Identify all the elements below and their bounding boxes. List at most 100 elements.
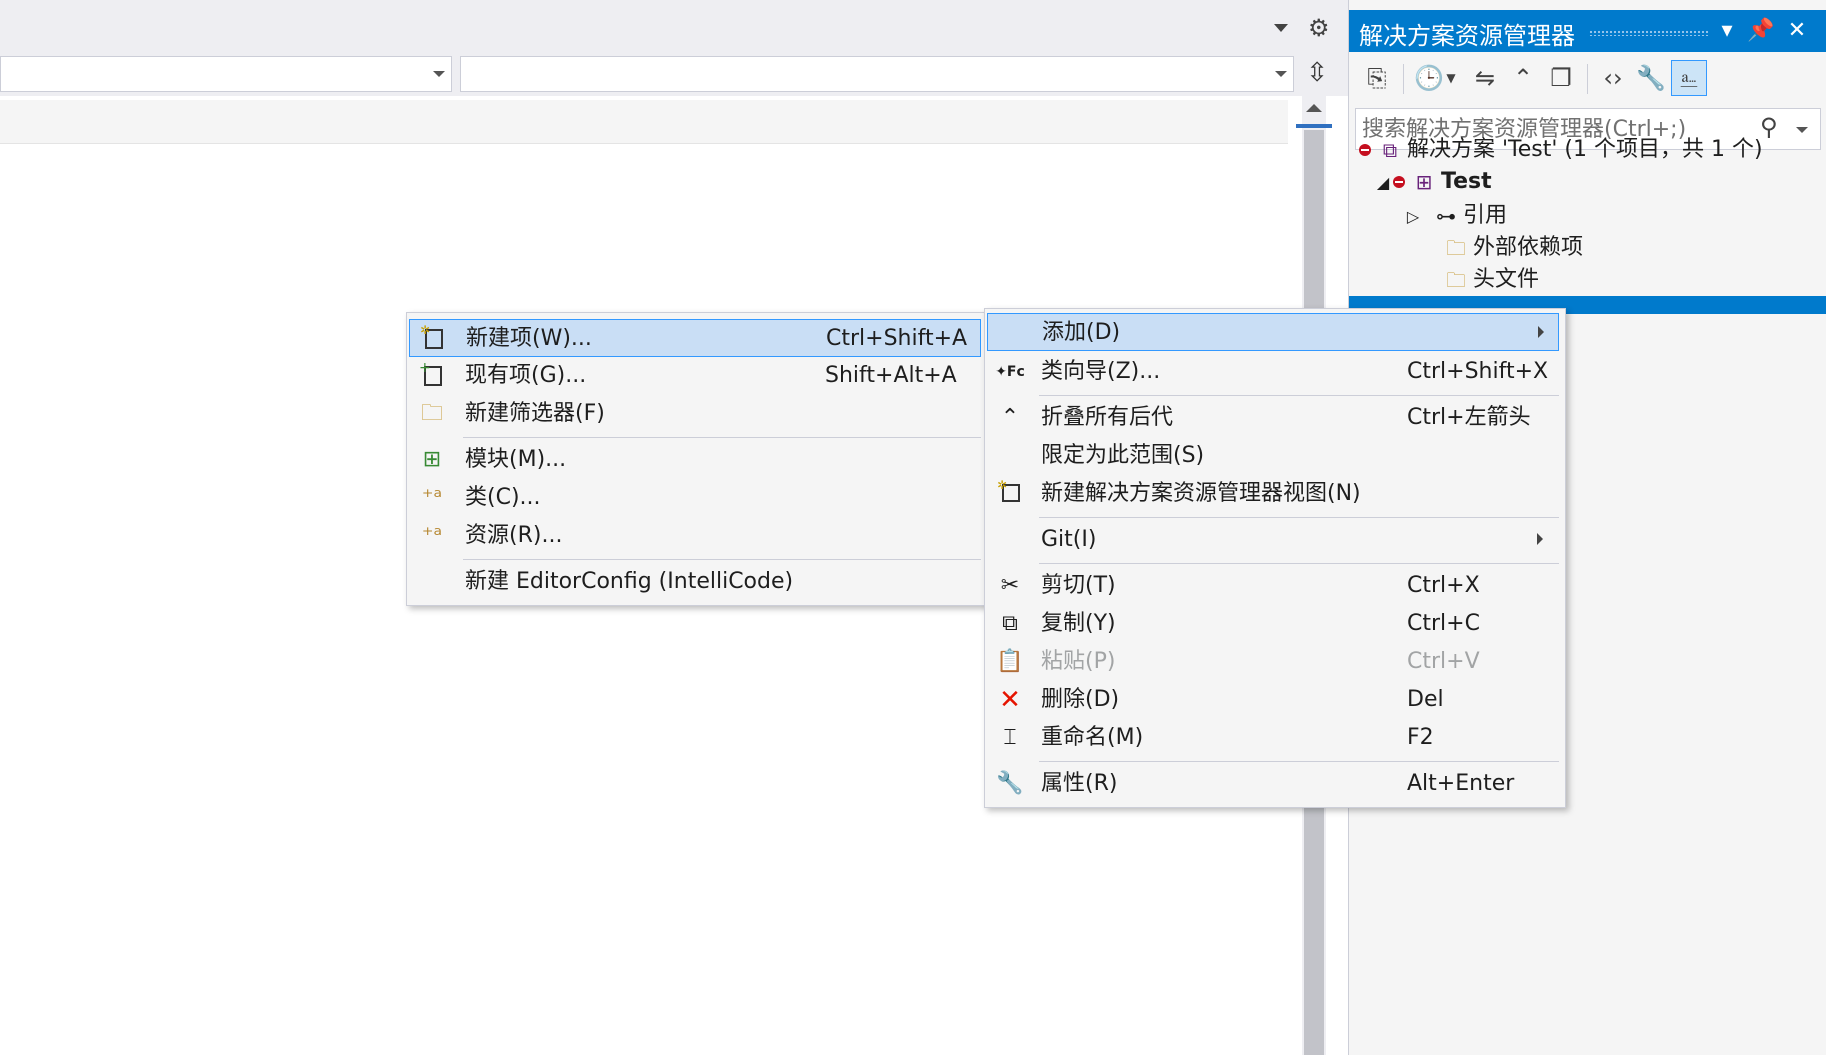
menu-item-new-filter[interactable]: 🗀 新建筛选器(F) (409, 395, 981, 433)
sync-with-document-icon[interactable]: ⇋ (1467, 60, 1503, 96)
chevron-down-icon[interactable] (1272, 22, 1290, 34)
panel-toolbar: ⎘ 🕒 ▼ ⇋ ⌃ ❐ ‹› 🔧 ⎁ (1349, 54, 1826, 104)
menu-item-module[interactable]: ⊞ 模块(M)... (409, 441, 981, 479)
scroll-up-arrow-icon[interactable] (1306, 104, 1322, 112)
menu-separator (1039, 761, 1559, 762)
menu-separator (463, 437, 981, 438)
close-icon[interactable]: ✕ (1783, 16, 1811, 46)
menu-separator (463, 559, 981, 560)
references-icon: ⊶ (1436, 204, 1456, 228)
scope-dropdown[interactable] (0, 56, 452, 92)
menu-item-properties[interactable]: 🔧 属性(R) Alt+Enter (987, 765, 1559, 803)
rename-icon: ⌶ (1003, 725, 1017, 750)
class-wizard-icon: ✦Fc (995, 364, 1025, 380)
collapse-all-icon[interactable]: ⌃ (1505, 60, 1541, 96)
panel-title: 解决方案资源管理器 (1359, 22, 1575, 50)
menu-item-delete[interactable]: ✕ 删除(D) Del (987, 681, 1559, 719)
menu-item-label: 资源(R)... (465, 523, 563, 548)
menu-item-shortcut: Ctrl+左箭头 (1407, 405, 1531, 430)
chevron-down-icon[interactable]: ▼ (1441, 60, 1461, 96)
new-view-icon: ✲ (995, 478, 1025, 509)
svg-text:+: + (419, 361, 431, 376)
menu-item-shortcut: Ctrl+Shift+A (826, 326, 968, 351)
submenu-arrow-icon (1538, 326, 1544, 338)
wrench-icon[interactable]: 🔧 (1633, 60, 1669, 96)
menu-item-cut[interactable]: ✂ 剪切(T) Ctrl+X (987, 567, 1559, 605)
switch-views-icon[interactable]: ⎘ (1359, 60, 1395, 96)
menu-item-label: 类(C)... (465, 485, 541, 510)
filter-folder-icon: 🗀 (1446, 268, 1466, 292)
tree-item-label: 外部依赖项 (1473, 235, 1584, 260)
tree-item-label: Test (1441, 169, 1492, 194)
wrench-icon: 🔧 (996, 771, 1024, 796)
menu-item-label: 类向导(Z)... (1041, 359, 1161, 384)
editor-tab-bar: ⚙ (0, 0, 1348, 50)
menu-item-label: 新建筛选器(F) (465, 401, 605, 426)
tree-item-external-dependencies[interactable]: 🗀 外部依赖项 (1443, 232, 1583, 264)
menu-item-label: 重命名(M) (1041, 725, 1144, 750)
menu-item-label: Git(I) (1041, 527, 1097, 552)
menu-item-label: 新建 EditorConfig (IntelliCode) (465, 569, 794, 594)
svg-text:✲: ✲ (420, 324, 430, 337)
svg-text:✲: ✲ (997, 479, 1007, 492)
chevron-down-icon[interactable] (1796, 127, 1808, 133)
tree-item-label: 解决方案 'Test' (1 个项目，共 1 个) (1407, 137, 1763, 162)
tree-item-references[interactable]: ▷ ⊶ 引用 (1403, 200, 1507, 232)
tree-item-solution[interactable]: ⧉ 解决方案 'Test' (1 个项目，共 1 个) (1359, 134, 1763, 166)
menu-item-scope-to-this[interactable]: 限定为此范围(S) (987, 437, 1559, 475)
gear-icon[interactable]: ⚙ (1308, 14, 1330, 42)
module-icon: ⊞ (422, 447, 442, 472)
drag-grip[interactable] (1589, 30, 1709, 36)
menu-item-label: 限定为此范围(S) (1041, 443, 1205, 468)
editor-surface[interactable] (0, 100, 1288, 144)
member-dropdown[interactable] (460, 56, 1294, 92)
menu-item-add[interactable]: 添加(D) (987, 313, 1559, 351)
search-icon[interactable]: ⚲ (1760, 113, 1778, 141)
menu-item-copy[interactable]: ⧉ 复制(Y) Ctrl+C (987, 605, 1559, 643)
menu-item-shortcut: Ctrl+V (1407, 649, 1480, 674)
menu-item-label: 属性(R) (1041, 771, 1118, 796)
collapse-icon: ⌃ (1000, 405, 1020, 430)
show-all-files-icon[interactable]: ❐ (1543, 60, 1579, 96)
expanded-arrow-icon[interactable]: ◢ (1373, 167, 1393, 199)
split-view-icon[interactable]: ⇳ (1300, 56, 1334, 90)
menu-item-new-editorconfig[interactable]: 新建 EditorConfig (IntelliCode) (409, 563, 981, 601)
menu-item-label: 删除(D) (1041, 687, 1120, 712)
menu-item-paste[interactable]: 📋 粘贴(P) Ctrl+V (987, 643, 1559, 681)
submenu-arrow-icon (1537, 533, 1543, 545)
new-item-icon: ✲ (418, 323, 448, 354)
menu-item-shortcut: F2 (1407, 725, 1434, 750)
copy-icon: ⧉ (1002, 611, 1018, 636)
menu-item-resource[interactable]: ⁺ᵃ 资源(R)... (409, 517, 981, 555)
menu-item-collapse-descendants[interactable]: ⌃ 折叠所有后代 Ctrl+左箭头 (987, 399, 1559, 437)
collapsed-arrow-icon[interactable]: ▷ (1403, 201, 1423, 233)
tree-item-project[interactable]: ◢ ⊞ Test (1373, 166, 1492, 198)
external-deps-folder-icon: 🗀 (1446, 236, 1466, 260)
menu-separator (1039, 563, 1559, 564)
chevron-down-icon (433, 71, 445, 77)
menu-separator (1039, 395, 1559, 396)
paste-icon: 📋 (996, 649, 1024, 674)
menu-item-git[interactable]: Git(I) (987, 521, 1559, 559)
view-code-icon[interactable]: ‹› (1595, 60, 1631, 96)
navigation-bar: ⇳ (0, 50, 1348, 96)
menu-item-new-explorer-view[interactable]: ✲ 新建解决方案资源管理器视图(N) (987, 475, 1559, 513)
solution-icon: ⧉ (1382, 138, 1398, 162)
menu-item-label: 粘贴(P) (1041, 649, 1116, 674)
menu-item-label: 模块(M)... (465, 447, 567, 472)
preview-selected-items-icon[interactable]: ⎁ (1671, 60, 1707, 96)
menu-item-label: 添加(D) (1042, 320, 1121, 345)
scroll-position-marker (1296, 124, 1332, 128)
tree-item-label: 引用 (1463, 203, 1508, 228)
tree-item-header-files[interactable]: 🗀 头文件 (1443, 264, 1539, 296)
menu-item-existing-item[interactable]: + 现有项(G)... Shift+Alt+A (409, 357, 981, 395)
panel-dropdown-button[interactable]: ▾ (1713, 16, 1741, 46)
menu-item-shortcut: Ctrl+C (1407, 611, 1480, 636)
menu-item-rename[interactable]: ⌶ 重命名(M) F2 (987, 719, 1559, 757)
menu-item-class[interactable]: ⁺ᵃ 类(C)... (409, 479, 981, 517)
pin-icon[interactable]: 📌 (1747, 16, 1775, 46)
menu-item-class-wizard[interactable]: ✦Fc 类向导(Z)... Ctrl+Shift+X (987, 353, 1559, 391)
menu-item-label: 现有项(G)... (465, 363, 587, 388)
menu-item-new-item[interactable]: ✲ 新建项(W)... Ctrl+Shift+A (409, 319, 981, 357)
menu-item-label: 新建解决方案资源管理器视图(N) (1041, 481, 1361, 506)
